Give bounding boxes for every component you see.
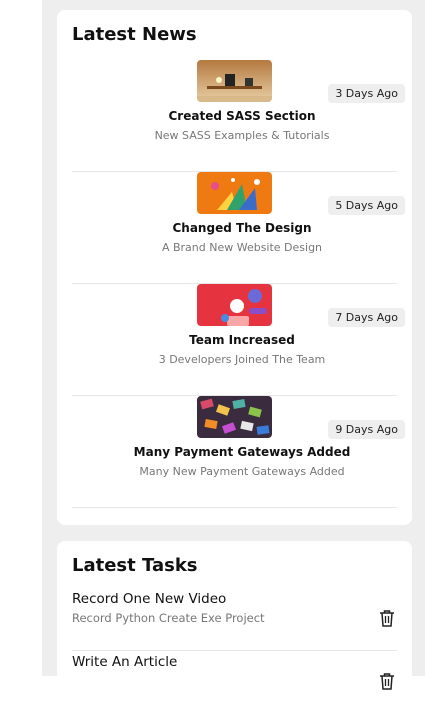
news-item-subtitle: 3 Developers Joined The Team xyxy=(158,353,326,366)
task-title: Write An Article xyxy=(72,654,178,670)
time-badge: 7 Days Ago xyxy=(328,308,405,327)
news-item-subtitle: New SASS Examples & Tutorials xyxy=(154,129,330,142)
news-item-subtitle: Many New Payment Gateways Added xyxy=(139,465,345,478)
time-badge: 3 Days Ago xyxy=(328,84,405,103)
news-item-title: Changed The Design xyxy=(172,221,312,235)
news-item[interactable]: 9 Days Ago Many Payment Gateways Added M… xyxy=(72,396,405,508)
news-thumbnail-image xyxy=(197,284,272,326)
news-thumbnail-image xyxy=(197,60,272,102)
news-item-title: Created SASS Section xyxy=(168,109,316,123)
task-item[interactable]: Write An Article xyxy=(72,654,397,714)
news-thumbnail-image xyxy=(197,396,272,438)
news-item-title: Many Payment Gateways Added xyxy=(133,445,351,459)
time-badge: 9 Days Ago xyxy=(328,420,405,439)
news-item[interactable]: 5 Days Ago Changed The Design A Brand Ne… xyxy=(72,172,405,284)
trash-icon[interactable] xyxy=(379,672,395,690)
latest-tasks-title: Latest Tasks xyxy=(72,555,198,576)
task-title: Record One New Video xyxy=(72,591,227,607)
task-subtitle: Record Python Create Exe Project xyxy=(72,611,265,625)
time-badge: 5 Days Ago xyxy=(328,196,405,215)
news-item[interactable]: 3 Days Ago Created SASS Section New SASS… xyxy=(72,60,405,172)
sidebar-strip xyxy=(0,0,42,676)
latest-news-title: Latest News xyxy=(72,24,197,45)
task-item[interactable]: Record One New Video Record Python Creat… xyxy=(72,591,397,651)
latest-news-card: Latest News 3 Days Ago Created SASS Sect… xyxy=(57,10,412,525)
news-item-title: Team Increased xyxy=(189,333,295,347)
news-item-subtitle: A Brand New Website Design xyxy=(161,241,323,254)
news-item[interactable]: 7 Days Ago Team Increased 3 Developers J… xyxy=(72,284,405,396)
news-thumbnail-image xyxy=(197,172,272,214)
latest-tasks-card: Latest Tasks Record One New Video Record… xyxy=(57,541,412,691)
trash-icon[interactable] xyxy=(379,609,395,627)
